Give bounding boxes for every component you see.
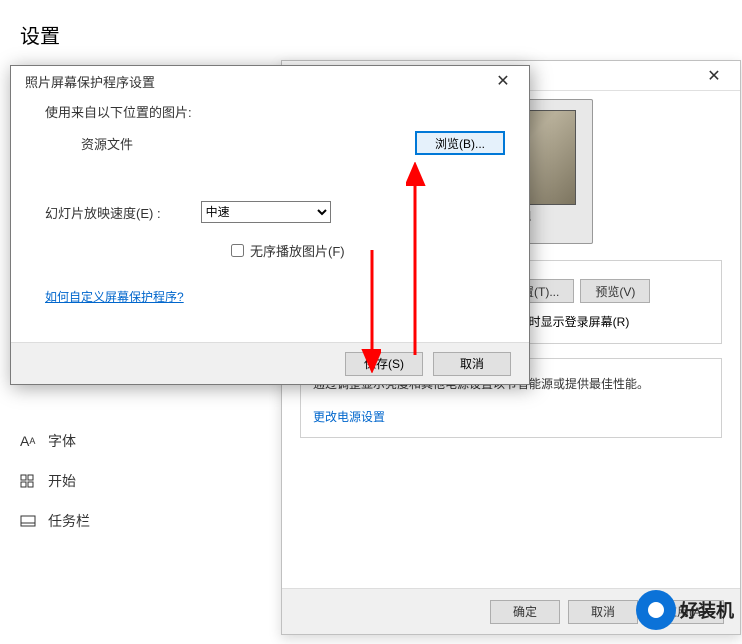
watermark-icon xyxy=(636,590,676,630)
watermark: 好装机 xyxy=(636,590,734,630)
cancel-button[interactable]: 取消 xyxy=(568,600,638,624)
source-label: 资源文件 xyxy=(45,134,133,153)
close-button[interactable]: ✕ xyxy=(483,67,523,95)
watermark-text: 好装机 xyxy=(680,597,734,623)
speed-label: 幻灯片放映速度(E) : xyxy=(45,203,161,222)
font-icon: AA xyxy=(20,433,38,449)
sidebar-item-start[interactable]: 开始 xyxy=(20,463,320,499)
sidebar-label: 任务栏 xyxy=(48,511,90,531)
sidebar-label: 字体 xyxy=(48,431,76,451)
start-icon xyxy=(20,474,38,488)
settings-title: 设置 xyxy=(20,20,320,49)
power-link[interactable]: 更改电源设置 xyxy=(313,410,385,424)
ok-button[interactable]: 确定 xyxy=(490,600,560,624)
close-button[interactable]: ✕ xyxy=(694,62,734,90)
photo-title: 照片屏幕保护程序设置 xyxy=(25,72,155,91)
photo-screensaver-dialog: 照片屏幕保护程序设置 ✕ 使用来自以下位置的图片: 资源文件 浏览(B)... … xyxy=(10,65,530,385)
preview-button[interactable]: 预览(V) xyxy=(580,279,650,303)
cancel-button[interactable]: 取消 xyxy=(433,352,511,376)
photo-footer: 保存(S) 取消 xyxy=(11,342,529,384)
help-link[interactable]: 如何自定义屏幕保护程序? xyxy=(45,290,184,304)
photo-titlebar: 照片屏幕保护程序设置 ✕ xyxy=(11,66,529,96)
sidebar-label: 开始 xyxy=(48,471,76,491)
save-button[interactable]: 保存(S) xyxy=(345,352,423,376)
speed-dropdown[interactable]: 中速 xyxy=(201,201,331,223)
sidebar-item-taskbar[interactable]: 任务栏 xyxy=(20,503,320,539)
taskbar-icon xyxy=(20,515,38,527)
use-from-label: 使用来自以下位置的图片: xyxy=(45,102,505,121)
browse-button[interactable]: 浏览(B)... xyxy=(415,131,505,155)
sidebar-item-font[interactable]: AA 字体 xyxy=(20,423,320,459)
shuffle-label: 无序播放图片(F) xyxy=(250,241,345,260)
shuffle-checkbox[interactable] xyxy=(231,244,244,257)
